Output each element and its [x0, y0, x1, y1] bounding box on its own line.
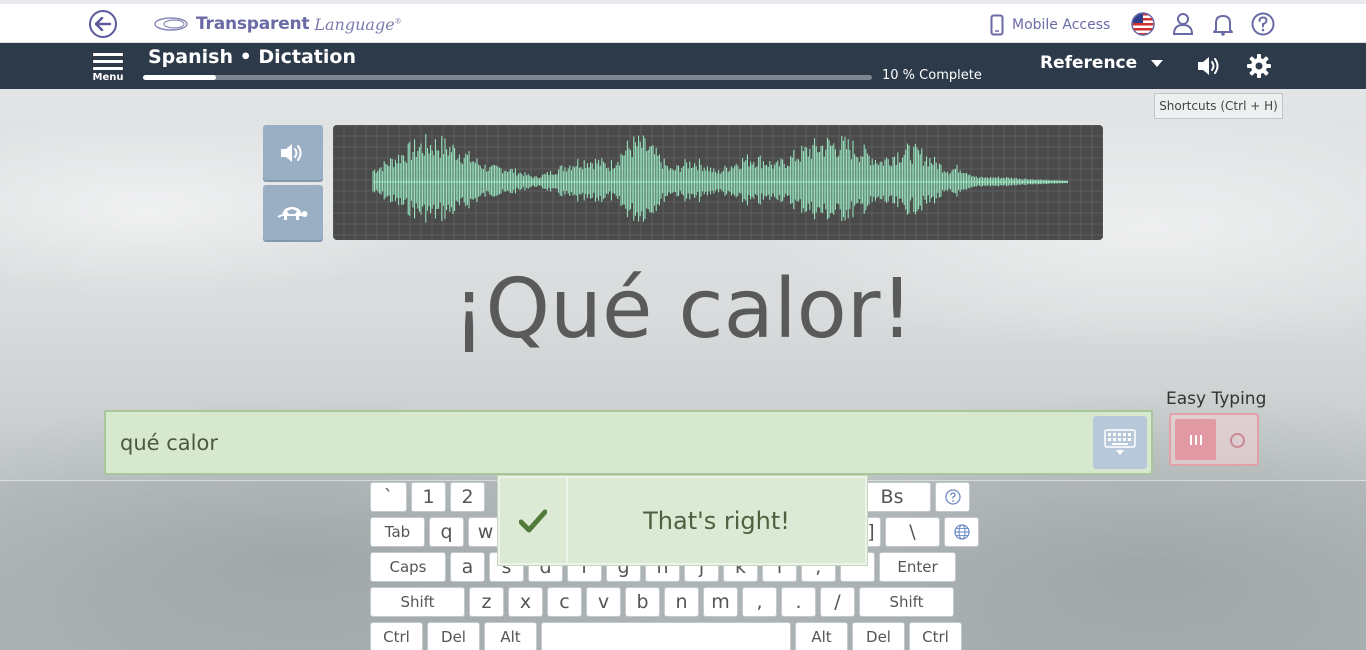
progress-bar — [143, 75, 872, 80]
key-shift-right[interactable]: Shift — [859, 587, 954, 617]
menu-button[interactable]: Menu — [91, 51, 125, 85]
play-audio-button[interactable] — [263, 125, 323, 180]
key-c[interactable]: c — [547, 587, 582, 617]
answer-field — [104, 410, 1153, 475]
key-del-right[interactable]: Del — [852, 622, 905, 650]
key-x[interactable]: x — [508, 587, 543, 617]
turtle-icon — [277, 206, 308, 220]
logo[interactable]: Transparent Language® — [154, 11, 402, 37]
progress-fill — [143, 75, 216, 80]
gear-icon[interactable] — [1246, 53, 1272, 79]
bell-icon[interactable] — [1211, 12, 1235, 36]
us-flag-icon[interactable] — [1131, 12, 1155, 36]
feedback-popup: That's right! — [498, 476, 867, 565]
speaker-icon — [281, 143, 302, 162]
play-slow-button[interactable] — [263, 185, 323, 240]
key-space[interactable] — [541, 622, 791, 650]
key-comma[interactable]: , — [742, 587, 777, 617]
target-phrase: ¡Qué calor! — [452, 262, 914, 357]
top-bar: Transparent Language® Mobile Access — [0, 0, 1366, 43]
progress-text: 10 % Complete — [882, 68, 982, 83]
key-del-left[interactable]: Del — [427, 622, 480, 650]
logo-mark-icon — [154, 17, 188, 31]
mobile-access-label: Mobile Access — [1012, 17, 1111, 33]
key-slash[interactable]: / — [820, 587, 855, 617]
key-n[interactable]: n — [664, 587, 699, 617]
answer-input[interactable] — [120, 426, 1070, 460]
reference-label: Reference — [1040, 53, 1138, 73]
keyboard-icon — [1104, 428, 1136, 455]
key-a[interactable]: a — [450, 552, 485, 582]
check-icon — [500, 478, 568, 563]
key-m[interactable]: m — [703, 587, 738, 617]
key-z[interactable]: z — [469, 587, 504, 617]
key-backslash[interactable]: \ — [885, 517, 940, 547]
help-icon[interactable] — [1251, 12, 1275, 36]
key-caps[interactable]: Caps — [370, 552, 446, 582]
user-icon[interactable] — [1171, 12, 1195, 36]
course-title: Spanish • Dictation — [148, 46, 356, 68]
key-alt-right[interactable]: Alt — [795, 622, 848, 650]
shortcuts-hint[interactable]: Shortcuts (Ctrl + H) — [1154, 93, 1283, 119]
key-backtick[interactable]: ` — [370, 482, 407, 512]
keyboard-help-icon[interactable] — [935, 482, 970, 512]
key-b[interactable]: b — [625, 587, 660, 617]
chevron-down-icon — [1151, 59, 1164, 67]
toggle-off-icon — [1230, 433, 1245, 448]
key-enter[interactable]: Enter — [879, 552, 956, 582]
phone-icon — [990, 14, 1004, 36]
easy-typing-toggle[interactable] — [1169, 413, 1259, 466]
globe-icon[interactable] — [944, 517, 979, 547]
key-ctrl-right[interactable]: Ctrl — [909, 622, 962, 650]
keyboard-toggle-button[interactable] — [1093, 416, 1147, 469]
key-period[interactable]: . — [781, 587, 816, 617]
key-v[interactable]: v — [586, 587, 621, 617]
logo-word: Language® — [314, 14, 402, 34]
feedback-message: That's right! — [643, 506, 790, 535]
audio-waveform — [333, 125, 1103, 240]
speaker-icon[interactable] — [1196, 54, 1222, 78]
key-alt-left[interactable]: Alt — [484, 622, 537, 650]
toggle-on-icon — [1175, 419, 1216, 460]
key-shift-left[interactable]: Shift — [370, 587, 465, 617]
menu-label: Menu — [92, 72, 124, 83]
reference-dropdown[interactable]: Reference — [1040, 53, 1164, 73]
logo-brand: Transparent — [196, 14, 310, 34]
key-2[interactable]: 2 — [450, 482, 485, 512]
mobile-access-link[interactable]: Mobile Access — [990, 14, 1110, 36]
key-1[interactable]: 1 — [411, 482, 446, 512]
key-q[interactable]: q — [429, 517, 464, 547]
easy-typing-label: Easy Typing — [1166, 389, 1267, 409]
key-ctrl-left[interactable]: Ctrl — [370, 622, 423, 650]
back-arrow-icon[interactable] — [89, 10, 117, 38]
key-tab[interactable]: Tab — [370, 517, 425, 547]
course-navbar: Menu Spanish • Dictation 10 % Complete R… — [0, 43, 1366, 89]
